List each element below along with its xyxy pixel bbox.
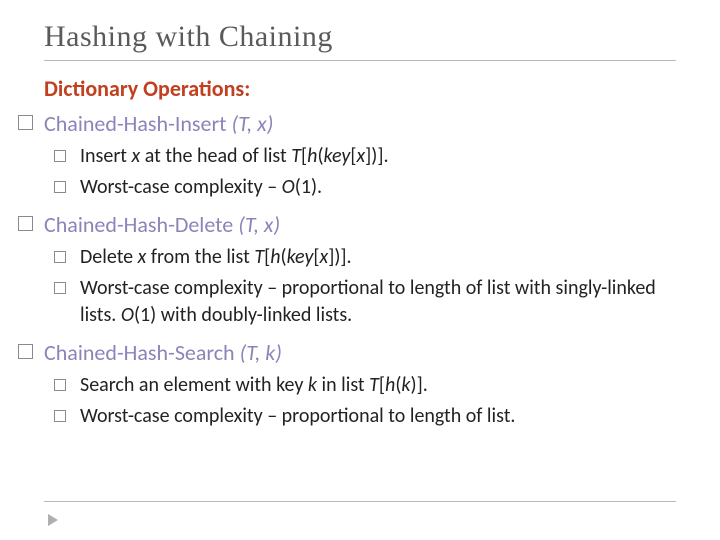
op-args: (T, x)	[238, 211, 280, 238]
bottom-divider	[44, 501, 676, 502]
nav-arrow-icon	[48, 514, 58, 526]
list-item: Worst-case complexity – proportional to …	[80, 403, 676, 430]
list-item: Worst-case complexity – proportional to …	[80, 275, 676, 329]
list-item: Search an element with key k in list T[h…	[80, 372, 676, 399]
op-args: (T, k)	[240, 339, 282, 366]
op-search-heading: Chained-Hash-Search (T, k)	[44, 339, 676, 366]
op-name: Chained-Hash-Delete	[44, 211, 233, 238]
op-delete-heading: Chained-Hash-Delete (T, x)	[44, 211, 676, 238]
list-item: Delete x from the list T[h(key[x])].	[80, 244, 676, 271]
op-args: (T, x)	[232, 110, 274, 137]
list-item: Insert x at the head of list T[h(key[x])…	[80, 143, 676, 170]
slide-title: Hashing with Chaining	[44, 20, 676, 54]
op-name: Chained-Hash-Search	[44, 339, 235, 366]
section-subheading: Dictionary Operations:	[44, 75, 676, 102]
op-delete-details: Delete x from the list T[h(key[x])]. Wor…	[44, 244, 676, 329]
op-search-details: Search an element with key k in list T[h…	[44, 372, 676, 430]
list-item: Worst-case complexity – O(1).	[80, 174, 676, 201]
op-insert-details: Insert x at the head of list T[h(key[x])…	[44, 143, 676, 201]
op-insert-heading: Chained-Hash-Insert (T, x)	[44, 110, 676, 137]
title-divider	[44, 60, 676, 61]
slide-content: Hashing with Chaining Dictionary Operati…	[0, 0, 720, 430]
op-name: Chained-Hash-Insert	[44, 110, 227, 137]
